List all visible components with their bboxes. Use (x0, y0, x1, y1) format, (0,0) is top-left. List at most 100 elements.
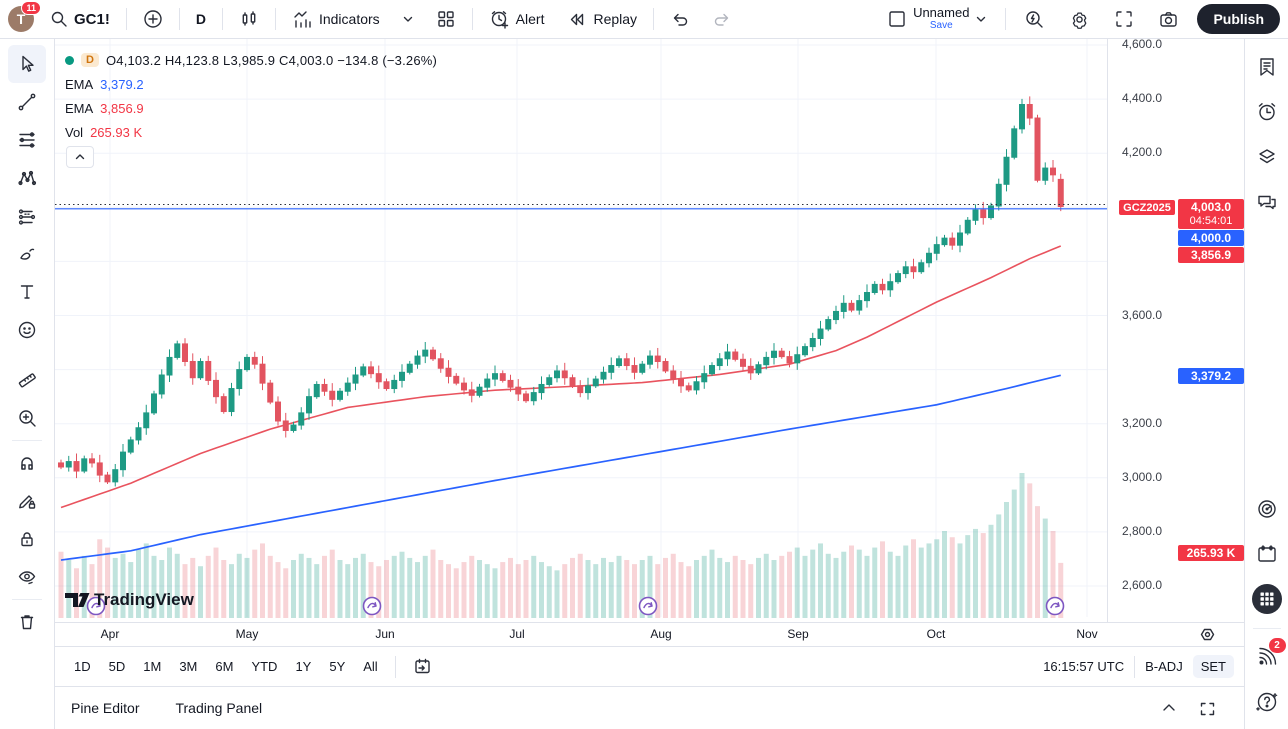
volume-bar (539, 562, 544, 618)
expand-panel-button[interactable] (1161, 700, 1177, 716)
emoji-tool-button[interactable] (8, 311, 46, 349)
clock-utc-button[interactable]: 16:15:57 UTC (1043, 659, 1124, 674)
candle (493, 374, 498, 379)
text-tool-button[interactable] (8, 273, 46, 311)
layout-grid-button[interactable] (430, 5, 462, 33)
ema-2-label[interactable]: EMA (65, 101, 93, 116)
candle (276, 402, 281, 421)
maximize-panel-button[interactable] (1199, 700, 1216, 717)
candle (1051, 168, 1056, 175)
candle (307, 397, 312, 413)
watchlist-button[interactable] (1249, 49, 1285, 85)
candle (128, 440, 133, 452)
user-avatar[interactable]: T 11 (8, 6, 34, 32)
range-all[interactable]: All (354, 655, 386, 678)
range-ytd[interactable]: YTD (242, 655, 286, 678)
snapshot-button[interactable] (1152, 5, 1185, 34)
go-to-date-icon (413, 657, 432, 676)
range-1d[interactable]: 1D (65, 655, 100, 678)
fib-tool-button[interactable] (8, 121, 46, 159)
bar-countdown: 04:54:01 (1190, 214, 1233, 228)
go-to-date-button[interactable] (404, 653, 441, 680)
indicator-templates-button[interactable] (396, 9, 420, 29)
layers-icon (1255, 145, 1279, 169)
interval-button[interactable]: D (190, 7, 212, 31)
candle (950, 238, 955, 245)
price-tick-label: 4,600.0 (1122, 37, 1202, 51)
magnet-mode-button[interactable] (8, 444, 46, 482)
add-symbol-button[interactable] (137, 5, 169, 33)
measure-tool-button[interactable] (8, 361, 46, 399)
remove-objects-button[interactable] (8, 603, 46, 641)
time-axis[interactable]: AprMayJunJulAugSepOctNov (55, 622, 1244, 646)
screener-button[interactable] (1249, 491, 1285, 527)
candle (1035, 118, 1040, 180)
cursor-tool-button[interactable] (8, 45, 46, 83)
more-apps-button[interactable] (1249, 581, 1285, 617)
chat-button[interactable] (1249, 184, 1285, 220)
publish-button[interactable]: Publish (1197, 4, 1280, 34)
trend-line-tool-button[interactable] (8, 83, 46, 121)
volume-bar (679, 562, 684, 618)
object-tree-button[interactable] (1249, 139, 1285, 175)
legend-collapse-button[interactable] (66, 146, 94, 168)
trading-panel-tab[interactable]: Trading Panel (175, 700, 262, 716)
redo-button[interactable] (706, 5, 738, 33)
volume-bar (1012, 490, 1017, 618)
volume-bar (454, 568, 459, 618)
zoom-in-tool-button[interactable] (8, 399, 46, 437)
volume-bar (826, 554, 831, 618)
candle (462, 383, 467, 390)
time-tick-label: Jun (375, 627, 394, 641)
volume-label[interactable]: Vol (65, 125, 83, 140)
range-5y[interactable]: 5Y (320, 655, 354, 678)
volume-bar (748, 564, 753, 618)
quick-search-button[interactable] (1018, 5, 1051, 34)
data-mode-badge[interactable]: D (81, 53, 99, 67)
pattern-tool-button[interactable] (8, 159, 46, 197)
help-button[interactable] (1249, 684, 1285, 720)
alerts-panel-button[interactable] (1249, 94, 1285, 130)
event-marker-icon[interactable] (364, 598, 381, 615)
settings-button[interactable] (1063, 5, 1096, 34)
undo-button[interactable] (664, 5, 696, 33)
pine-editor-tab[interactable]: Pine Editor (71, 700, 139, 716)
candle (764, 357, 769, 364)
brush-tool-button[interactable] (8, 235, 46, 273)
hide-drawings-button[interactable] (8, 558, 46, 596)
chart-style-button[interactable] (233, 5, 265, 33)
projection-tool-button[interactable] (8, 197, 46, 235)
top-toolbar: T 11 GC1! D Indicators (0, 0, 1288, 39)
indicators-button[interactable]: Indicators (286, 5, 386, 34)
candle (570, 378, 575, 386)
price-axis[interactable]: 4,600.04,400.04,200.03,600.03,200.03,000… (1107, 39, 1244, 622)
range-5d[interactable]: 5D (100, 655, 135, 678)
settlement-button[interactable]: SET (1193, 655, 1234, 678)
candle (477, 387, 482, 395)
event-marker-icon[interactable] (1047, 598, 1064, 615)
replay-button[interactable]: Replay (560, 5, 643, 34)
alert-button[interactable]: Alert (483, 5, 551, 34)
range-6m[interactable]: 6M (206, 655, 242, 678)
layout-select-button[interactable]: Unnamed Save (881, 2, 993, 36)
volume-axis-label: 265.93 K (1178, 545, 1244, 561)
range-1y[interactable]: 1Y (286, 655, 320, 678)
ema-1-label[interactable]: EMA (65, 77, 93, 92)
streams-button[interactable]: 2 (1249, 639, 1285, 675)
candle (903, 267, 908, 274)
volume-bar (903, 546, 908, 619)
symbol-search-button[interactable]: GC1! (44, 6, 116, 32)
save-layout-link[interactable]: Save (930, 19, 953, 32)
scales-settings-button[interactable] (1199, 626, 1216, 643)
range-1m[interactable]: 1M (134, 655, 170, 678)
drawing-mode-button[interactable] (8, 482, 46, 520)
volume-bar (965, 535, 970, 618)
range-3m[interactable]: 3M (170, 655, 206, 678)
calendar-button[interactable] (1249, 536, 1285, 572)
fullscreen-button[interactable] (1108, 5, 1140, 33)
lock-drawings-button[interactable] (8, 520, 46, 558)
event-marker-icon[interactable] (640, 598, 657, 615)
volume-bar (810, 550, 815, 618)
fullscreen-icon (1114, 9, 1134, 29)
adjustment-button[interactable]: B-ADJ (1145, 659, 1183, 674)
